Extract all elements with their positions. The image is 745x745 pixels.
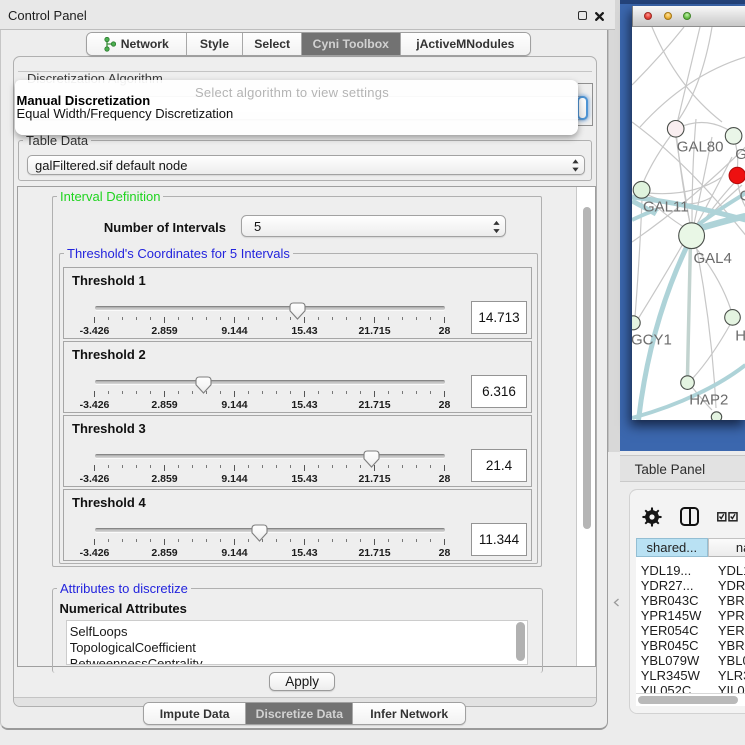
svg-text:GAL11: GAL11 [643,199,689,216]
svg-text:GAL80: GAL80 [676,139,723,156]
svg-text:GCY1: GCY1 [632,332,672,349]
svg-text:GAL4: GAL4 [693,250,731,267]
svg-text:GA: GA [735,146,745,163]
svg-text:C: C [739,188,745,205]
svg-text:HA: HA [735,328,745,345]
svg-text:HAP2: HAP2 [689,392,728,409]
